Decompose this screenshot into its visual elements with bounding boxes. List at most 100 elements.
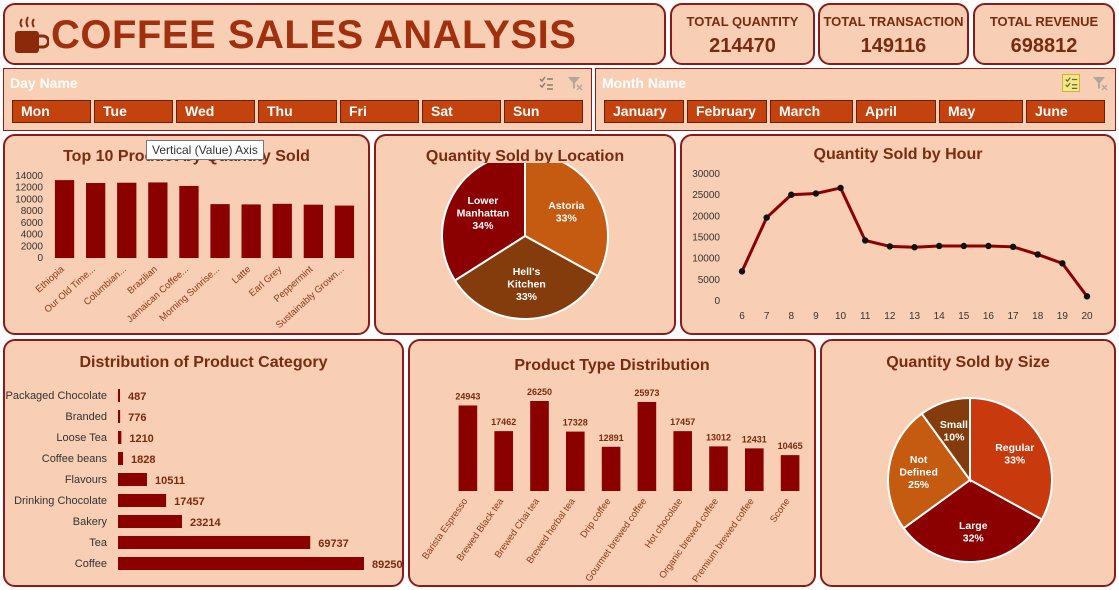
bar	[494, 431, 514, 491]
y-tick-label: 2000	[21, 241, 44, 252]
data-label: 69737	[318, 538, 349, 550]
x-tick-label: 10	[835, 311, 847, 322]
title-banner: COFFEE SALES ANALYSIS	[3, 3, 666, 65]
series-line	[740, 186, 1089, 298]
location-pie-chart: Quantity Sold by Location Astoria 33% Hell…	[374, 134, 676, 335]
product-category-bar-plot: Packaged Chocolate 487 Branded 776 Loose Tea…	[5, 389, 402, 571]
x-tick-label: 18	[1032, 311, 1044, 322]
y-tick-label: 14000	[15, 171, 43, 182]
slicer-item-june[interactable]: June	[1026, 100, 1105, 123]
x-tick-label: Drip coffee	[578, 496, 613, 540]
multi-select-icon[interactable]	[1062, 74, 1080, 92]
data-point	[960, 242, 967, 250]
product-type-bar-plot: 24943Barista Espresso17462Brewed Black t…	[420, 387, 802, 585]
slicer-item-april[interactable]: April	[856, 100, 936, 123]
data-label: 17457	[174, 496, 205, 508]
y-tick-label: 30000	[692, 169, 720, 180]
data-label: 23214	[190, 517, 221, 529]
y-tick-label: 10000	[15, 194, 43, 205]
kpi-total-transaction: TOTAL TRANSACTION 149116	[818, 3, 969, 65]
data-point	[1034, 251, 1041, 258]
slicer-item-mon[interactable]: Mon	[12, 100, 91, 123]
data-label: 1210	[129, 433, 153, 445]
slicer-title: Day Name	[10, 75, 78, 91]
data-point	[935, 242, 943, 250]
bar	[54, 180, 75, 258]
slicer-item-sat[interactable]: Sat	[422, 100, 501, 123]
slice-label: Defined	[899, 466, 938, 478]
data-label: 17457	[670, 417, 695, 427]
month-name-slicer: Month Name January February March April …	[595, 68, 1116, 131]
data-point	[837, 184, 844, 192]
bar	[118, 452, 124, 465]
y-tick-label: 10000	[692, 254, 720, 265]
x-tick-label: Latte	[230, 264, 253, 286]
product-category-chart: Distribution of Product Category Package…	[3, 339, 404, 587]
size-pie-chart: Quantity Sold by Size Regular 33% Large 32%…	[820, 339, 1116, 587]
x-tick-label: 7	[764, 311, 770, 322]
axis-tooltip: Vertical (Value) Axis	[146, 140, 264, 160]
kpi-value: 698812	[1010, 35, 1078, 57]
bar	[303, 204, 323, 258]
y-tick-label: 20000	[692, 211, 720, 222]
bar	[272, 203, 292, 258]
slicer-item-may[interactable]: May	[939, 100, 1023, 123]
y-tick-label: 8000	[21, 206, 44, 217]
kpi-label: TOTAL QUANTITY	[686, 14, 799, 29]
slicer-item-fri[interactable]: Fri	[340, 100, 419, 123]
data-point	[1009, 243, 1017, 251]
bar	[117, 182, 137, 258]
bar	[565, 431, 585, 491]
x-tick-label: 15	[958, 311, 970, 322]
x-tick-label: 14	[934, 311, 946, 322]
slicer-item-february[interactable]: February	[687, 100, 767, 123]
bar	[118, 431, 122, 444]
kpi-total-revenue: TOTAL REVENUE 698812	[973, 3, 1115, 65]
slicer-item-wed[interactable]: Wed	[176, 100, 255, 123]
slice-label: Manhattan	[457, 207, 510, 219]
day-name-slicer: Day Name Mon Tue Wed Thu Fri Sat Sun	[3, 68, 592, 131]
clear-filter-icon[interactable]	[1091, 74, 1109, 92]
bar	[118, 515, 182, 528]
slice-label: Regular	[995, 442, 1034, 454]
slicer-item-tue[interactable]: Tue	[94, 100, 173, 123]
bar	[118, 494, 167, 507]
slicer-item-march[interactable]: March	[770, 100, 853, 123]
data-label: 24943	[455, 391, 480, 401]
bar	[179, 185, 199, 258]
coffee-cup-icon	[15, 16, 49, 53]
kpi-value: 149116	[860, 35, 927, 57]
y-tick-label: Flavours	[65, 474, 108, 486]
data-label: 12431	[742, 434, 767, 444]
slice-label: Astoria	[548, 200, 584, 212]
data-point	[738, 268, 746, 275]
bar	[780, 455, 800, 491]
multi-select-icon[interactable]	[537, 74, 555, 92]
product-type-chart: Product Type Distribution 24943 Barista E…	[408, 339, 816, 587]
slice-label: Kitchen	[507, 278, 546, 290]
data-point	[886, 243, 894, 250]
x-tick-label: 17	[1008, 311, 1020, 322]
bar	[744, 448, 764, 491]
slice-label: Small	[940, 419, 968, 431]
x-tick-label: 20	[1081, 311, 1093, 322]
data-label: 13012	[706, 432, 731, 442]
bar	[709, 446, 728, 491]
top10-bar-plot: 02000400060008000100001200014000Ethiopia…	[15, 171, 355, 331]
bar	[334, 205, 355, 258]
slicer-item-thu[interactable]: Thu	[258, 100, 337, 123]
bar	[458, 405, 478, 491]
slice-percent: 33%	[1004, 454, 1026, 466]
slicer-item-sun[interactable]: Sun	[504, 100, 583, 123]
data-label: 26250	[527, 387, 552, 397]
x-tick-label: 16	[983, 311, 995, 322]
y-tick-label: Coffee beans	[42, 453, 108, 465]
data-point	[763, 214, 770, 221]
x-tick-label: 11	[860, 311, 871, 322]
clear-filter-icon[interactable]	[566, 74, 584, 92]
kpi-total-quantity: TOTAL QUANTITY 214470	[670, 3, 815, 65]
slicer-item-january[interactable]: January	[604, 100, 684, 123]
bar	[637, 401, 657, 491]
y-tick-label: 15000	[692, 233, 720, 244]
y-tick-label: Coffee	[75, 558, 107, 570]
